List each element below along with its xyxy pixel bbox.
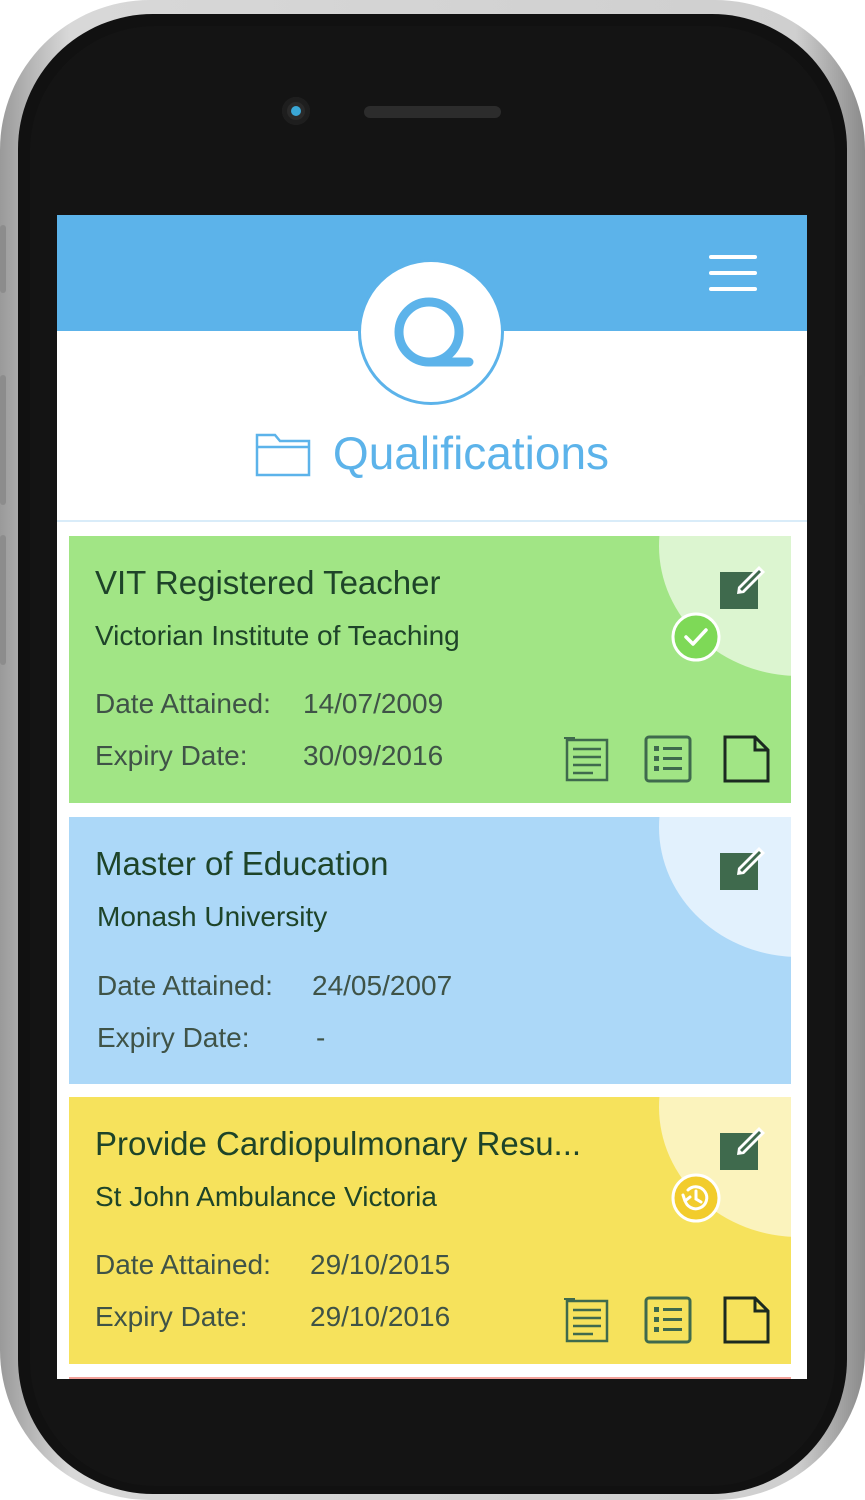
earpiece-speaker <box>364 106 501 118</box>
edit-icon[interactable] <box>719 564 769 610</box>
phone-volume-up <box>0 375 6 505</box>
document-icon[interactable] <box>721 1295 771 1345</box>
phone-volume-down <box>0 535 6 665</box>
document-icon[interactable] <box>721 734 771 784</box>
page-header: Qualifications <box>57 421 807 485</box>
folder-icon <box>255 433 311 477</box>
date-attained-value: 29/10/2015 <box>310 1249 451 1280</box>
hamburger-menu-icon[interactable] <box>709 255 757 291</box>
phone-mute-switch <box>0 225 6 293</box>
edit-icon[interactable] <box>719 845 769 891</box>
checklist-icon[interactable] <box>643 734 693 784</box>
app-screen: Qualifications VIT Registered Teacher Vi… <box>57 215 807 1379</box>
check-circle-icon <box>671 612 721 662</box>
checklist-icon[interactable] <box>643 1295 693 1345</box>
expiry-date-label: Expiry Date: <box>97 1022 250 1053</box>
expiry-date-label: Expiry Date: <box>95 1301 248 1332</box>
qualification-card[interactable]: Provide Cardiopulmonary Resu... St John … <box>69 1097 791 1364</box>
notes-icon[interactable] <box>563 1295 613 1345</box>
front-camera <box>282 97 310 125</box>
qualification-organisation: Monash University <box>97 901 328 932</box>
date-attained-label: Date Attained: <box>97 970 273 1001</box>
date-attained-value: 24/05/2007 <box>312 970 453 1001</box>
app-logo <box>358 259 504 405</box>
page-title: Qualifications <box>332 427 610 479</box>
notes-icon[interactable] <box>563 734 613 784</box>
phone-power-button <box>859 375 865 505</box>
date-attained-value: 14/07/2009 <box>303 688 444 719</box>
expiry-date-value: - <box>316 1022 326 1053</box>
history-icon <box>671 1173 721 1223</box>
qualification-organisation: Victorian Institute of Teaching <box>95 620 460 651</box>
expiry-date-value: 29/10/2016 <box>310 1301 451 1332</box>
header-divider <box>57 520 807 522</box>
date-attained-label: Date Attained: <box>95 688 271 719</box>
expiry-date-value: 30/09/2016 <box>303 740 444 771</box>
qualification-title: Provide Cardiopulmonary Resu... <box>95 1125 582 1162</box>
qualification-card[interactable]: VIT Registered Teacher Victorian Institu… <box>69 536 791 803</box>
qualification-organisation: St John Ambulance Victoria <box>95 1181 437 1212</box>
qualification-title: VIT Registered Teacher <box>95 564 441 601</box>
qualification-title: Master of Education <box>95 845 389 882</box>
date-attained-label: Date Attained: <box>95 1249 271 1280</box>
qualification-card[interactable]: Master of Education Monash University Da… <box>69 817 791 1084</box>
edit-icon[interactable] <box>719 1125 769 1171</box>
expiry-date-label: Expiry Date: <box>95 740 248 771</box>
